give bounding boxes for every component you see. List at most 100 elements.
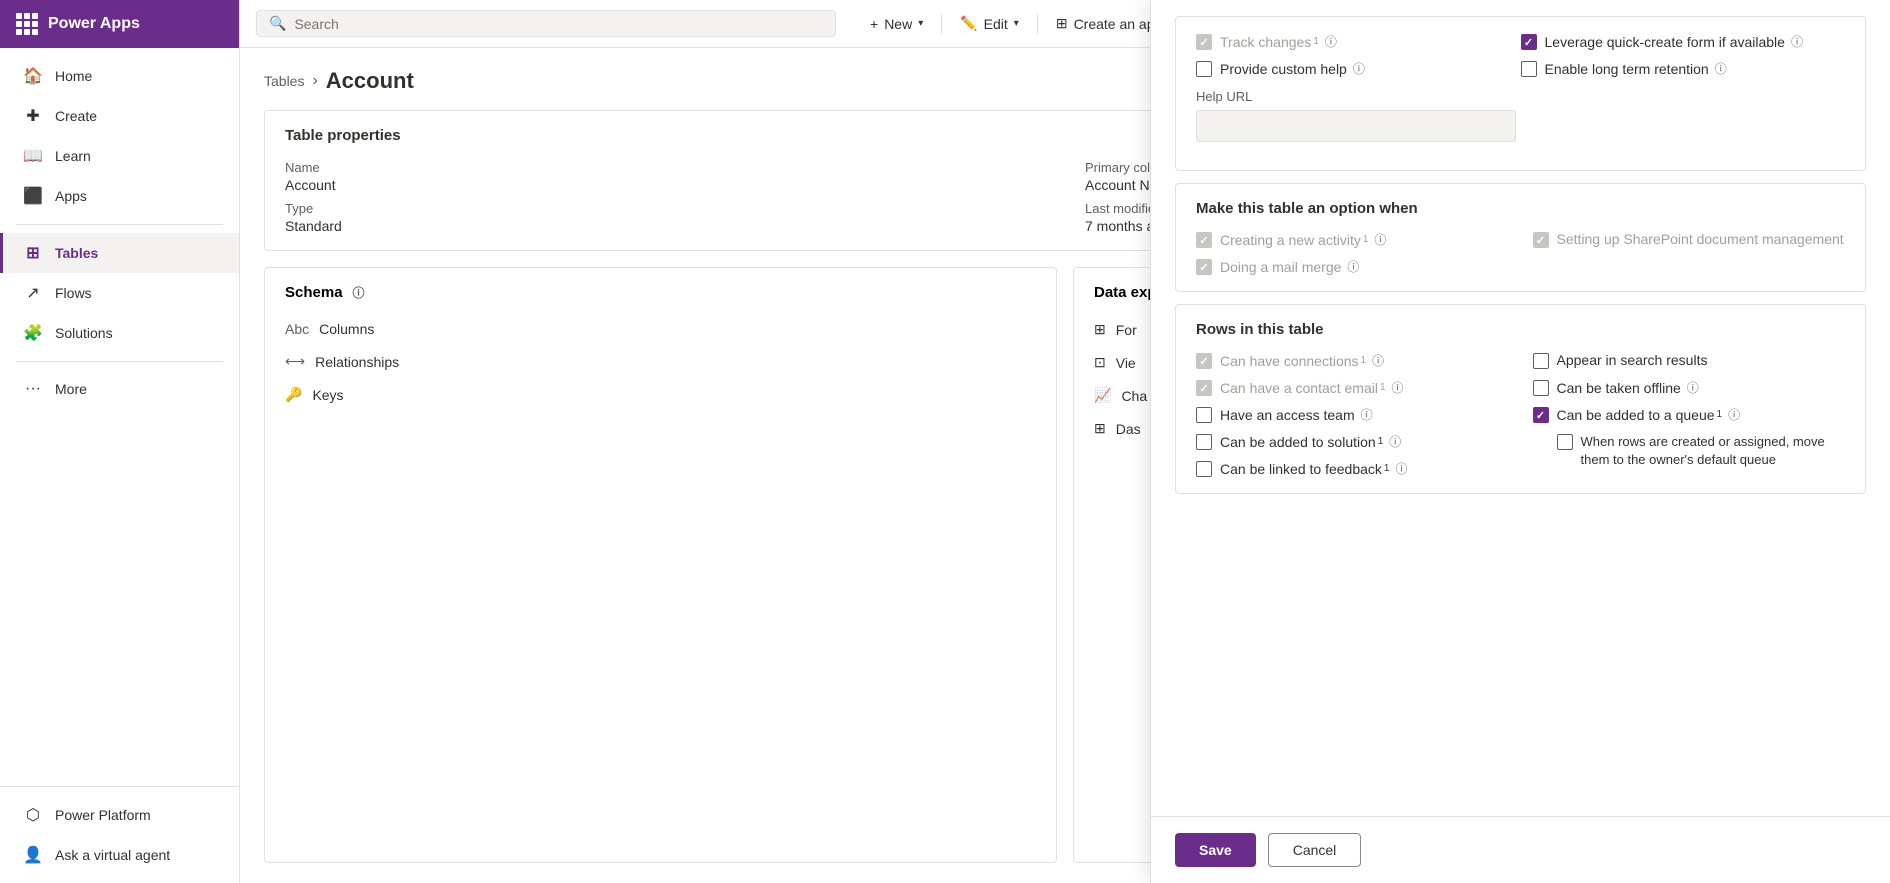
create-app-icon: ⊞ (1056, 15, 1068, 32)
panel-footer: Save Cancel (1151, 816, 1890, 883)
virtual-agent-icon: 👤 (23, 845, 43, 865)
sidebar-item-more[interactable]: ··· More (0, 370, 239, 408)
schema-item-relationships[interactable]: ⟷ Relationships (285, 345, 1036, 378)
can-be-linked-to-feedback-superscript: 1 (1384, 463, 1390, 474)
save-button[interactable]: Save (1175, 833, 1256, 867)
rows-left: Can have connections 1 ⓘ Can have a cont… (1196, 352, 1509, 477)
can-be-taken-offline-row: Can be taken offline ⓘ (1533, 379, 1846, 396)
leverage-label-group: Leverage quick-create form if available … (1545, 33, 1803, 50)
enable-long-term-info-icon: ⓘ (1715, 60, 1727, 77)
sidebar-item-label: Tables (55, 245, 98, 261)
help-url-input[interactable] (1196, 110, 1516, 142)
sidebar-item-create[interactable]: ✚ Create (0, 96, 239, 136)
can-have-connections-checkbox[interactable] (1196, 353, 1212, 369)
search-input[interactable] (294, 16, 823, 32)
enable-long-term-label-group: Enable long term retention ⓘ (1545, 60, 1727, 77)
can-have-connections-label-group: Can have connections 1 ⓘ (1220, 352, 1384, 369)
type-value: Standard (285, 218, 1045, 234)
sidebar-item-label: Ask a virtual agent (55, 847, 170, 863)
prop-name: Name Account (285, 160, 1045, 193)
sidebar-item-home[interactable]: 🏠 Home (0, 56, 239, 96)
can-be-added-to-queue-checkbox[interactable] (1533, 407, 1549, 423)
cha-icon: 📈 (1094, 387, 1111, 404)
can-have-contact-email-superscript: 1 (1380, 382, 1386, 393)
creating-new-activity-checkbox[interactable] (1196, 232, 1212, 248)
can-be-taken-offline-label-group: Can be taken offline ⓘ (1557, 379, 1699, 396)
sidebar-item-label: More (55, 381, 87, 397)
leverage-checkbox[interactable] (1521, 34, 1537, 50)
track-changes-label-group: Track changes 1 ⓘ (1220, 33, 1337, 50)
new-button[interactable]: + New ▾ (860, 10, 933, 38)
sidebar-item-flows[interactable]: ↗ Flows (0, 273, 239, 313)
can-have-connections-info-icon: ⓘ (1372, 352, 1384, 369)
provide-custom-help-label-group: Provide custom help ⓘ (1220, 60, 1365, 77)
panel-content: Track changes 1 ⓘ Provide custom help ⓘ (1151, 0, 1890, 816)
provide-custom-help-checkbox[interactable] (1196, 61, 1212, 77)
provide-custom-help-label: Provide custom help (1220, 61, 1347, 77)
for-label: For (1116, 322, 1137, 338)
sidebar-item-apps[interactable]: ⬛ Apps (0, 176, 239, 216)
can-be-taken-offline-checkbox[interactable] (1533, 380, 1549, 396)
can-have-contact-email-info-icon: ⓘ (1392, 379, 1404, 396)
sidebar-item-label: Flows (55, 285, 92, 301)
top-row-checkboxes: Track changes 1 ⓘ Provide custom help ⓘ (1196, 33, 1845, 142)
track-changes-checkbox[interactable] (1196, 34, 1212, 50)
sidebar-item-label: Create (55, 108, 97, 124)
breadcrumb-parent[interactable]: Tables (264, 73, 304, 89)
can-be-added-to-queue-label: Can be added to a queue (1557, 407, 1715, 423)
schema-item-columns[interactable]: Abc Columns (285, 313, 1036, 345)
enable-long-term-checkbox[interactable] (1521, 61, 1537, 77)
edit-button[interactable]: ✏️ Edit ▾ (950, 9, 1029, 38)
creating-new-activity-label: Creating a new activity (1220, 232, 1361, 248)
left-col: Track changes 1 ⓘ Provide custom help ⓘ (1196, 33, 1521, 142)
rows-section-title: Rows in this table (1196, 321, 1845, 338)
create-icon: ✚ (23, 106, 43, 126)
schema-item-keys[interactable]: 🔑 Keys (285, 378, 1036, 411)
track-changes-superscript: 1 (1313, 36, 1319, 47)
sidebar-item-learn[interactable]: 📖 Learn (0, 136, 239, 176)
waffle-icon[interactable] (16, 13, 38, 35)
sidebar-item-tables[interactable]: ⊞ Tables (0, 233, 239, 273)
sidebar-item-solutions[interactable]: 🧩 Solutions (0, 313, 239, 353)
can-be-added-to-solution-superscript: 1 (1378, 436, 1384, 447)
columns-icon: Abc (285, 321, 309, 337)
vie-icon: ⊡ (1094, 354, 1106, 371)
can-be-linked-to-feedback-label-group: Can be linked to feedback 1 ⓘ (1220, 460, 1407, 477)
for-icon: ⊞ (1094, 321, 1106, 338)
appear-in-search-checkbox[interactable] (1533, 353, 1549, 369)
can-have-contact-email-checkbox[interactable] (1196, 380, 1212, 396)
enable-long-term-row: Enable long term retention ⓘ (1521, 60, 1846, 77)
can-be-added-to-solution-label: Can be added to solution (1220, 434, 1376, 450)
sidebar-item-power-platform[interactable]: ⬡ Power Platform (0, 795, 239, 835)
home-icon: 🏠 (23, 66, 43, 86)
sidebar-item-label: Learn (55, 148, 91, 164)
doing-mail-merge-checkbox[interactable] (1196, 259, 1212, 275)
cancel-button[interactable]: Cancel (1268, 833, 1362, 867)
cha-label: Cha (1121, 388, 1147, 404)
creating-new-activity-info-icon: ⓘ (1374, 231, 1386, 248)
setting-up-sharepoint-label: Setting up SharePoint document managemen… (1557, 231, 1844, 247)
can-be-taken-offline-label: Can be taken offline (1557, 380, 1681, 396)
doing-mail-merge-label-group: Doing a mail merge ⓘ (1220, 258, 1359, 275)
breadcrumb-current: Account (326, 68, 414, 94)
keys-icon: 🔑 (285, 386, 302, 403)
can-be-linked-to-feedback-row: Can be linked to feedback 1 ⓘ (1196, 460, 1509, 477)
can-be-added-to-queue-superscript: 1 (1717, 409, 1723, 420)
search-box[interactable]: 🔍 (256, 10, 836, 37)
can-be-linked-to-feedback-label: Can be linked to feedback (1220, 461, 1382, 477)
when-rows-created-checkbox[interactable] (1557, 434, 1573, 450)
das-label: Das (1116, 421, 1141, 437)
sidebar-header: Power Apps (0, 0, 239, 48)
type-label: Type (285, 201, 1045, 216)
provide-custom-help-info-icon: ⓘ (1353, 60, 1365, 77)
can-be-added-to-solution-info-icon: ⓘ (1389, 433, 1401, 450)
when-rows-created-row: When rows are created or assigned, move … (1557, 433, 1846, 469)
have-access-team-checkbox[interactable] (1196, 407, 1212, 423)
flows-icon: ↗ (23, 283, 43, 303)
sidebar-item-virtual-agent[interactable]: 👤 Ask a virtual agent (0, 835, 239, 875)
can-be-linked-to-feedback-checkbox[interactable] (1196, 461, 1212, 477)
appear-in-search-label: Appear in search results (1557, 352, 1708, 368)
can-be-added-to-solution-checkbox[interactable] (1196, 434, 1212, 450)
leverage-info-icon: ⓘ (1791, 33, 1803, 50)
setting-up-sharepoint-checkbox[interactable] (1533, 232, 1549, 248)
